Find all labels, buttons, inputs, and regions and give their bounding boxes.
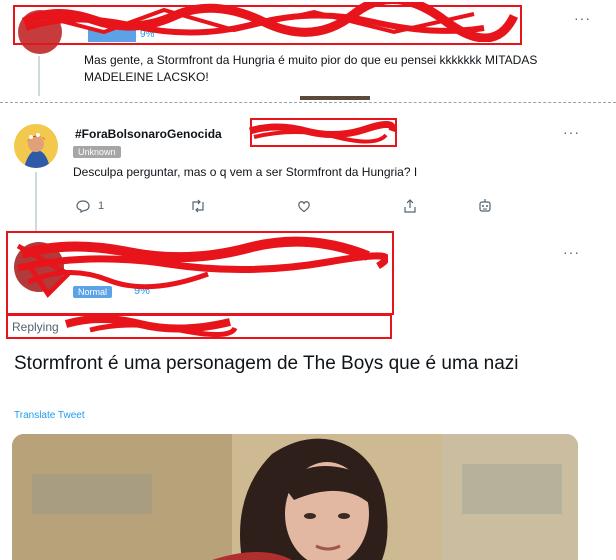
media-edge	[300, 96, 370, 100]
redaction-box	[250, 118, 397, 147]
bot-check-button[interactable]	[478, 198, 492, 214]
status-badge: Unknown	[73, 146, 121, 158]
more-options-icon[interactable]: ···	[563, 244, 580, 260]
more-options-icon[interactable]: ···	[563, 124, 580, 140]
redaction-box	[13, 5, 522, 45]
tweet-media-image[interactable]	[12, 434, 578, 560]
share-button[interactable]	[403, 199, 417, 213]
photo-of-woman	[12, 434, 578, 560]
retweet-button[interactable]	[190, 199, 206, 213]
avatar-illustration-icon	[14, 124, 58, 168]
redaction-box	[6, 231, 394, 315]
like-button[interactable]	[297, 199, 311, 213]
retweet-icon	[192, 199, 204, 213]
avatar[interactable]	[14, 124, 58, 168]
divider	[0, 102, 616, 103]
reply-icon	[76, 200, 90, 213]
robot-icon	[479, 199, 491, 212]
reply-button[interactable]: 1	[76, 199, 104, 213]
reply-count: 1	[98, 200, 105, 212]
author-name[interactable]: #ForaBolsonaroGenocida	[75, 127, 222, 141]
more-options-icon[interactable]: ···	[574, 10, 591, 26]
tweet-text: Stormfront é uma personagem de The Boys …	[14, 353, 519, 374]
tweet-text: Mas gente, a Stormfront da Hungria é mui…	[84, 53, 538, 84]
translate-tweet-link[interactable]: Translate Tweet	[14, 410, 85, 421]
tweet-text: Desculpa perguntar, mas o q vem a ser St…	[73, 165, 418, 179]
thread-line	[38, 56, 40, 96]
heart-icon	[298, 201, 310, 213]
redaction-box	[6, 314, 392, 339]
share-icon	[404, 199, 416, 213]
thread-line	[35, 172, 37, 232]
